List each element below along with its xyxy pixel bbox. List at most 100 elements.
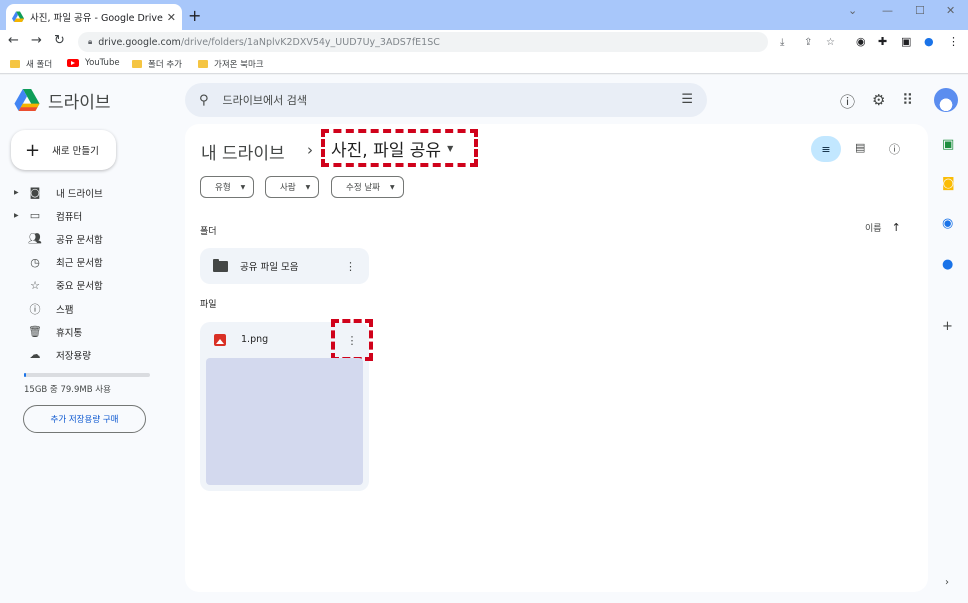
main-content: 내 드라이브 › 사진, 파일 공유 ▼ ≡ ▤ ⓘ 유형 ▼ 사람 ▼ 수정 날짜… <box>185 124 928 592</box>
star-icon: ☆ <box>30 278 40 292</box>
folder-icon <box>132 60 142 68</box>
chip-dropdown-icon: ▼ <box>389 183 395 191</box>
search-options-icon[interactable]: ☰ <box>681 92 693 107</box>
file-thumbnail[interactable] <box>206 358 363 485</box>
file-more-actions-button[interactable]: ⋮ <box>331 319 373 361</box>
new-button[interactable]: + 새로 만들기 <box>11 130 116 170</box>
camera-extension-icon[interactable]: ◉ <box>856 35 866 48</box>
apps-grid-icon[interactable]: ⠿ <box>902 91 913 109</box>
expand-caret-icon[interactable]: ▶ <box>14 189 22 196</box>
chip-people[interactable]: 사람 ▼ <box>265 176 320 198</box>
close-window-icon[interactable]: ✕ <box>946 4 955 17</box>
details-info-icon[interactable]: ⓘ <box>889 141 900 157</box>
sort-arrow-up-icon: ↑ <box>891 221 901 234</box>
chip-modified[interactable]: 수정 날짜 ▼ <box>331 176 404 198</box>
file-name: 1.png <box>241 334 269 345</box>
dropdown-arrow-icon: ▼ <box>447 143 454 153</box>
profile-icon[interactable]: ● <box>924 35 934 48</box>
contacts-icon[interactable]: ● <box>942 257 953 272</box>
storage-usage-text: 15GB 중 79.9MB 사용 <box>24 385 111 395</box>
drive-app: 드라이브 ⚲ 드라이브에서 검색 ☰ ⓘ ⚙ ⠿ + 새로 만들기 ▶ ◙ 내 … <box>0 75 968 603</box>
sidebar-item-computers[interactable]: ▶ ▭ 컴퓨터 <box>14 204 164 227</box>
side-panel-icon[interactable]: ▣ <box>901 35 911 48</box>
sidebar-item-storage[interactable]: ☁︎ 저장용량 <box>14 343 164 366</box>
maximize-icon[interactable]: ☐ <box>915 4 925 17</box>
url-path: /drive/folders/1aNplvK2DXV54y_UUD7Uy_3AD… <box>180 36 440 48</box>
install-app-icon[interactable]: ⤓ <box>780 37 784 48</box>
bookmarks-bar: 새 폴더 YouTube 폴더 추가 가져온 북마크 <box>0 54 968 74</box>
chip-type[interactable]: 유형 ▼ <box>200 176 255 198</box>
add-addon-icon[interactable]: + <box>942 319 953 334</box>
new-tab-button[interactable]: + <box>188 6 201 25</box>
sidebar-item-recent[interactable]: ◷ 최근 문서함 <box>14 251 164 274</box>
folder-icon <box>10 60 20 68</box>
search-input[interactable]: ⚲ 드라이브에서 검색 ☰ <box>185 83 707 117</box>
folders-heading: 폴더 <box>200 227 217 237</box>
list-filter-button[interactable]: ≡ <box>811 136 841 162</box>
more-actions-icon[interactable]: ⋮ <box>345 260 356 273</box>
reload-icon[interactable]: ↻ <box>54 33 65 48</box>
drive-logo[interactable]: 드라이브 <box>14 88 111 113</box>
chip-dropdown-icon: ▼ <box>240 183 246 191</box>
bookmark-add-folder[interactable]: 폴더 추가 <box>132 58 182 70</box>
help-icon[interactable]: ⓘ <box>840 91 855 112</box>
breadcrumb-current-folder[interactable]: 사진, 파일 공유 ▼ <box>321 129 478 167</box>
bookmark-imported[interactable]: 가져온 북마크 <box>198 58 264 70</box>
folder-name: 공유 파일 모음 <box>240 262 299 273</box>
forward-icon[interactable]: → <box>31 33 42 48</box>
google-drive-logo-icon <box>14 89 40 111</box>
share-icon[interactable]: ⇪ <box>804 37 812 48</box>
sidebar-item-trash[interactable]: 🗑︎ 휴지통 <box>14 320 164 343</box>
browser-titlebar: 사진, 파일 공유 - Google Drive ✕ + ⌄ — ☐ ✕ <box>0 0 968 30</box>
plus-icon: + <box>25 139 41 161</box>
sidebar-item-shared[interactable]: 👥︎ 공유 문서함 <box>14 227 164 250</box>
folder-icon <box>213 258 228 272</box>
lock-icon: 🔒︎ <box>88 37 93 46</box>
file-item[interactable]: 1.png ⋮ <box>200 319 373 491</box>
storage-usage-bar <box>24 373 150 377</box>
expand-caret-icon[interactable]: ▶ <box>14 212 22 219</box>
google-drive-favicon-icon <box>12 11 24 22</box>
new-button-label: 새로 만들기 <box>52 146 99 157</box>
sort-by-name-button[interactable]: 이름 ↑ <box>865 221 901 234</box>
breadcrumb-my-drive[interactable]: 내 드라이브 <box>201 139 285 164</box>
people-icon: 👥︎ <box>28 232 42 246</box>
sidebar-item-starred[interactable]: ☆ 중요 문서함 <box>14 274 164 297</box>
browser-tab[interactable]: 사진, 파일 공유 - Google Drive ✕ <box>6 4 182 30</box>
minimize-icon[interactable]: — <box>882 4 893 17</box>
browser-toolbar: ← → ↻ 🔒︎ drive.google.com /drive/folders… <box>0 30 968 54</box>
buy-storage-button[interactable]: 추가 저장용량 구매 <box>23 405 146 433</box>
settings-gear-icon[interactable]: ⚙ <box>872 91 885 109</box>
calendar-icon[interactable]: ▣ <box>942 137 954 152</box>
sidebar-nav: ▶ ◙ 내 드라이브 ▶ ▭ 컴퓨터 👥︎ 공유 문서함 ◷ 최근 문서함 ☆ … <box>14 181 164 367</box>
search-placeholder: 드라이브에서 검색 <box>222 94 307 107</box>
filter-icon: ≡ <box>821 142 831 156</box>
trash-icon: 🗑︎ <box>28 325 42 339</box>
tasks-icon[interactable]: ◉ <box>942 216 953 231</box>
sidebar-item-my-drive[interactable]: ▶ ◙ 내 드라이브 <box>14 181 164 204</box>
folder-icon <box>198 60 208 68</box>
layout-toggle-icon[interactable]: ▤ <box>855 141 865 154</box>
address-bar[interactable]: 🔒︎ drive.google.com /drive/folders/1aNpl… <box>78 32 835 52</box>
bookmark-star-icon[interactable]: ☆ <box>826 37 835 48</box>
storage-usage-fill <box>24 373 26 377</box>
extensions-puzzle-icon[interactable]: ✚ <box>878 35 887 48</box>
url-host: drive.google.com <box>98 36 181 48</box>
image-file-icon <box>214 334 226 346</box>
avatar[interactable] <box>934 88 958 112</box>
bookmark-youtube[interactable]: YouTube <box>67 58 120 68</box>
folder-item[interactable]: 공유 파일 모음 ⋮ <box>200 248 369 284</box>
search-icon[interactable]: ⚲ <box>199 93 209 108</box>
browser-menu-icon[interactable]: ⋮ <box>948 35 959 48</box>
chip-dropdown-icon: ▼ <box>305 183 311 191</box>
chevron-down-icon[interactable]: ⌄ <box>848 4 857 17</box>
sidebar-item-spam[interactable]: ⓘ 스팸 <box>14 297 164 320</box>
youtube-icon <box>67 59 79 67</box>
tab-close-icon[interactable]: ✕ <box>167 11 176 24</box>
keep-icon[interactable]: ◙ <box>942 176 955 191</box>
spam-icon: ⓘ <box>29 302 41 316</box>
tab-title: 사진, 파일 공유 - Google Drive <box>30 13 163 24</box>
back-icon[interactable]: ← <box>8 33 19 48</box>
expand-panel-icon[interactable]: › <box>945 577 949 588</box>
bookmark-new-folder[interactable]: 새 폴더 <box>10 58 52 70</box>
